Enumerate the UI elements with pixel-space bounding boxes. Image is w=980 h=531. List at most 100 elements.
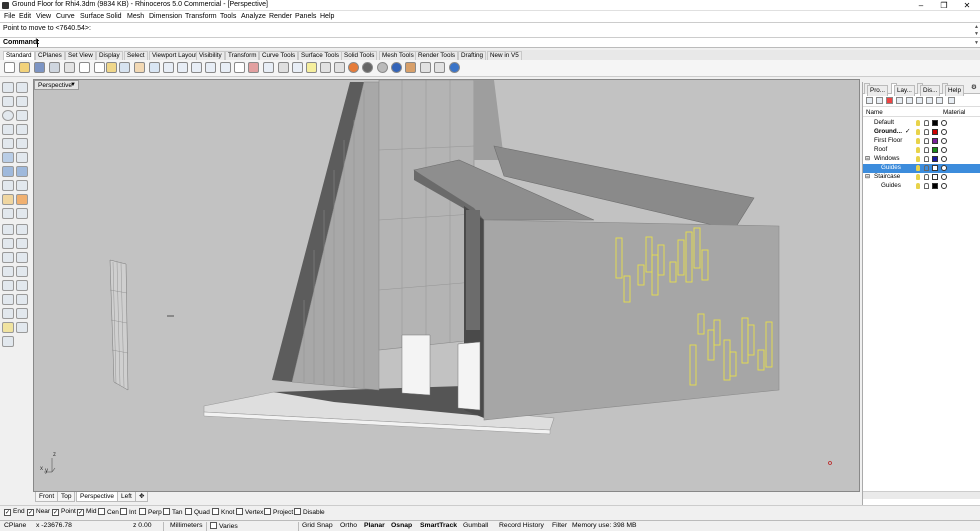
status-layer[interactable]: Varies bbox=[208, 522, 240, 530]
paste-icon[interactable] bbox=[106, 62, 117, 73]
status-gumball[interactable]: Gumball bbox=[461, 522, 490, 529]
restore-icon[interactable]: ❐ bbox=[933, 0, 955, 11]
tab-curve-tools[interactable]: Curve Tools bbox=[259, 51, 299, 60]
material-circle-icon[interactable] bbox=[941, 174, 947, 180]
tools-icon[interactable] bbox=[434, 62, 445, 73]
select-arrow-icon[interactable] bbox=[2, 82, 14, 93]
delete-layer-icon[interactable] bbox=[886, 97, 893, 104]
lock-icon[interactable] bbox=[924, 129, 929, 135]
osnap-mid[interactable]: ✓ Mid bbox=[77, 508, 96, 516]
group-icon[interactable] bbox=[2, 308, 14, 319]
status-ortho[interactable]: Ortho bbox=[338, 522, 359, 529]
lock-icon[interactable] bbox=[924, 138, 929, 144]
material-circle-icon[interactable] bbox=[941, 165, 947, 171]
trim-icon[interactable] bbox=[2, 208, 14, 219]
menu-surface[interactable]: Surface bbox=[80, 13, 104, 20]
layer-color-swatch[interactable] bbox=[932, 120, 938, 126]
panel-tab-properties[interactable]: Pro... bbox=[864, 83, 889, 96]
checkbox-icon[interactable] bbox=[294, 508, 301, 515]
checkbox-icon[interactable]: ✓ bbox=[4, 509, 11, 516]
light-bulb-icon[interactable] bbox=[306, 62, 317, 73]
rectangle-icon[interactable] bbox=[16, 124, 28, 135]
box-icon[interactable] bbox=[2, 166, 14, 177]
command-input[interactable] bbox=[37, 39, 38, 47]
grid-array-icon[interactable] bbox=[16, 322, 28, 333]
layer-row[interactable]: Guides bbox=[863, 164, 980, 173]
layer-row[interactable]: Default bbox=[863, 119, 980, 128]
checkbox-icon[interactable] bbox=[98, 508, 105, 515]
zoom-dynamic-icon[interactable] bbox=[163, 62, 174, 73]
lock-icon[interactable] bbox=[320, 62, 331, 73]
panel-tab-help[interactable]: Help bbox=[942, 83, 964, 96]
rendered-icon[interactable] bbox=[377, 62, 388, 73]
layer-row[interactable]: ⊟ Staircase bbox=[863, 173, 980, 182]
checkbox-icon[interactable] bbox=[139, 508, 146, 515]
command-line[interactable]: Command: ▼ bbox=[0, 38, 980, 48]
layer-row[interactable]: ⊟ Windows bbox=[863, 155, 980, 164]
tab-select[interactable]: Select bbox=[124, 51, 148, 60]
rotate-icon[interactable] bbox=[2, 266, 14, 277]
perspective-viewport[interactable]: Perspective ▼ x y z bbox=[33, 79, 860, 492]
text-icon[interactable] bbox=[2, 194, 14, 205]
osnap-end[interactable]: ✓ End bbox=[4, 508, 25, 516]
checkbox-icon[interactable] bbox=[212, 508, 219, 515]
undo-view-icon[interactable] bbox=[220, 62, 231, 73]
mirror-icon[interactable] bbox=[2, 280, 14, 291]
osnap-tan[interactable]: Tan bbox=[163, 508, 182, 516]
menu-analyze[interactable]: Analyze bbox=[241, 13, 266, 20]
scroll-down-icon[interactable]: ▼ bbox=[974, 31, 979, 37]
shaded-icon[interactable] bbox=[362, 62, 373, 73]
mesh-icon[interactable] bbox=[2, 180, 14, 191]
osnap-cen[interactable]: Cen bbox=[98, 508, 119, 516]
fillet-icon[interactable] bbox=[2, 224, 14, 235]
menu-edit[interactable]: Edit bbox=[19, 13, 31, 20]
material-icon[interactable] bbox=[405, 62, 416, 73]
print-icon[interactable] bbox=[49, 62, 60, 73]
checkbox-icon[interactable] bbox=[264, 508, 271, 515]
tab-standard[interactable]: Standard bbox=[3, 51, 35, 60]
pan-icon[interactable] bbox=[134, 62, 145, 73]
visibility-bulb-icon[interactable] bbox=[916, 183, 920, 189]
tab-solid-tools[interactable]: Solid Tools bbox=[341, 51, 378, 60]
split-icon[interactable] bbox=[16, 208, 28, 219]
select-icon[interactable] bbox=[263, 62, 274, 73]
arc-icon[interactable] bbox=[16, 110, 28, 121]
scale-icon[interactable] bbox=[16, 266, 28, 277]
tab-visibility[interactable]: Visibility bbox=[196, 51, 225, 60]
menu-mesh[interactable]: Mesh bbox=[127, 13, 144, 20]
layer-row[interactable]: Roof bbox=[863, 146, 980, 155]
options-icon[interactable] bbox=[420, 62, 431, 73]
minimize-icon[interactable]: – bbox=[910, 0, 932, 11]
render-tools-icon[interactable] bbox=[2, 336, 14, 347]
explode-icon[interactable] bbox=[16, 194, 28, 205]
tab-set-view[interactable]: Set View bbox=[65, 51, 96, 60]
layer-color-swatch[interactable] bbox=[932, 138, 938, 144]
menu-tools[interactable]: Tools bbox=[220, 13, 236, 20]
osnap-disable[interactable]: Disable bbox=[294, 508, 325, 516]
polygon-icon[interactable] bbox=[2, 138, 14, 149]
block-icon[interactable] bbox=[16, 308, 28, 319]
checkbox-icon[interactable]: ✓ bbox=[77, 509, 84, 516]
layer-color-swatch[interactable] bbox=[932, 165, 938, 171]
zoom-window-icon[interactable] bbox=[177, 62, 188, 73]
menu-dimension[interactable]: Dimension bbox=[149, 13, 182, 20]
loft-icon[interactable] bbox=[16, 152, 28, 163]
new-icon[interactable] bbox=[4, 62, 15, 73]
status-osnap[interactable]: Osnap bbox=[389, 522, 414, 529]
view-tab-perspective[interactable]: Perspective bbox=[76, 492, 118, 502]
material-circle-icon[interactable] bbox=[941, 183, 947, 189]
view-tab-front[interactable]: Front bbox=[35, 492, 59, 502]
expander-icon[interactable]: ⊟ bbox=[865, 173, 870, 180]
view-tab-left[interactable]: Left bbox=[117, 492, 136, 502]
render-icon[interactable] bbox=[391, 62, 402, 73]
tab-transform[interactable]: Transform bbox=[225, 51, 260, 60]
free-curve-icon[interactable] bbox=[16, 138, 28, 149]
material-circle-icon[interactable] bbox=[941, 156, 947, 162]
lock-icon[interactable] bbox=[924, 165, 929, 171]
four-viewports-icon[interactable] bbox=[234, 62, 245, 73]
panel-options-icon[interactable]: ⚙ bbox=[969, 83, 979, 94]
tab-render-tools[interactable]: Render Tools bbox=[415, 51, 458, 60]
mesh-tools-icon[interactable] bbox=[16, 180, 28, 191]
tab-cplanes[interactable]: CPlanes bbox=[35, 51, 65, 60]
circle-icon[interactable] bbox=[2, 110, 14, 121]
